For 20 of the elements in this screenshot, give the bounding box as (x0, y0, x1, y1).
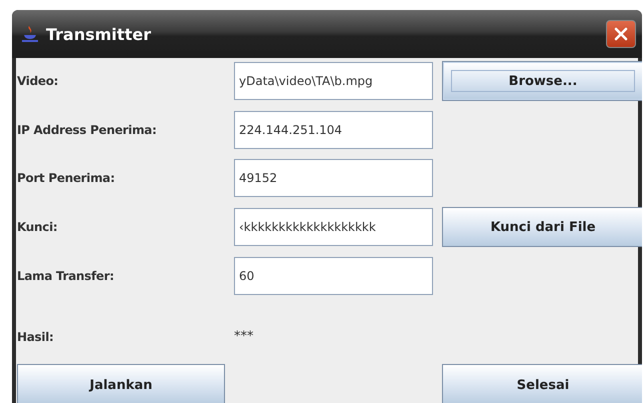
cup-icon (20, 24, 40, 44)
text-field[interactable]: 60 (234, 257, 433, 295)
close-icon (614, 27, 628, 41)
action-button[interactable]: Browse... (442, 61, 642, 101)
action-button[interactable]: Kunci dari File (442, 207, 642, 247)
text-field[interactable]: 49152 (234, 159, 433, 197)
result-text: *** (234, 329, 254, 344)
field-label: Video: (17, 74, 60, 88)
field-label: Kunci: (17, 220, 58, 234)
close-button[interactable] (606, 20, 636, 48)
action-button[interactable]: Selesai (442, 364, 642, 403)
field-label: Lama Transfer: (17, 269, 115, 283)
field-label: Hasil: (17, 330, 55, 344)
text-field[interactable]: ‹kkkkkkkkkkkkkkkkkkk (234, 208, 433, 246)
field-label: Port Penerima: (17, 171, 116, 185)
text-field[interactable]: 224.144.251.104 (234, 111, 433, 149)
text-field[interactable]: yData\video\TA\b.mpg (234, 62, 433, 100)
field-label: IP Address Penerima: (17, 123, 158, 137)
action-button[interactable]: Jalankan (17, 364, 225, 403)
window-title: Transmitter (46, 24, 152, 44)
